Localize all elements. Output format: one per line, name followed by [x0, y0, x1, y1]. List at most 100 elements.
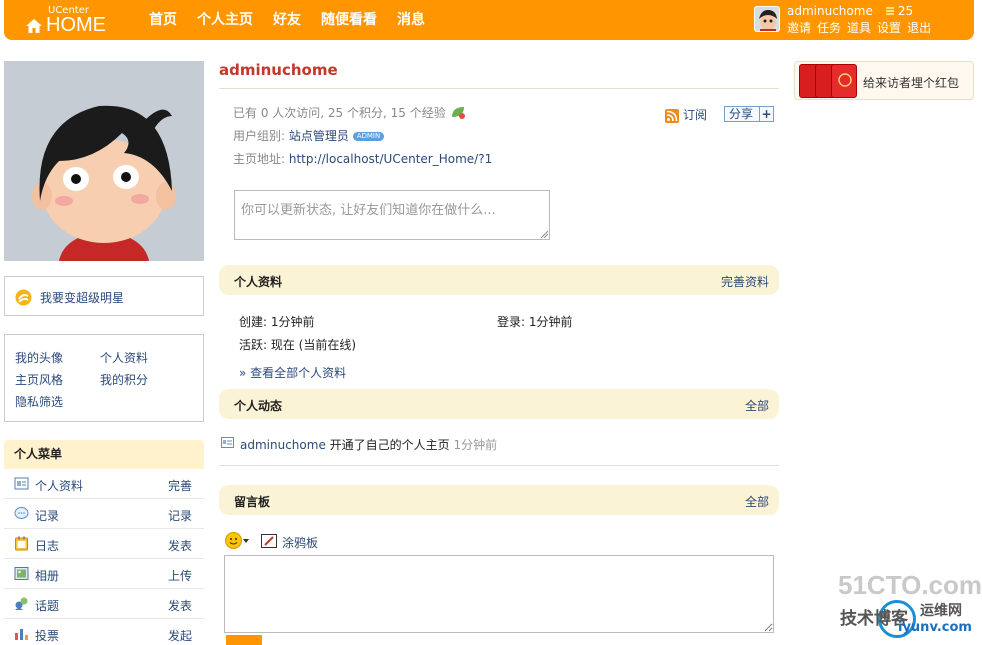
- album-icon: [14, 567, 29, 580]
- logo[interactable]: UCenter HOME: [26, 5, 126, 37]
- profile-section-header: 个人资料 完善资料: [219, 265, 779, 295]
- nav-item-messages[interactable]: 消息: [397, 0, 425, 40]
- plus-icon: +: [759, 107, 773, 121]
- nav-item-explore[interactable]: 随便看看: [321, 0, 377, 40]
- theme-link[interactable]: 主页风格: [15, 371, 63, 388]
- top-bar: UCenter HOME 首页 个人主页 好友 随便看看 消息 adminuch…: [4, 0, 974, 40]
- watermark-51cto: 51CTO.com: [838, 570, 982, 600]
- message-input[interactable]: [224, 555, 774, 633]
- blog-icon: [15, 536, 28, 551]
- homepage-label: 主页地址:: [233, 152, 286, 166]
- profile-name: adminuchome: [219, 58, 779, 89]
- menu-album-action[interactable]: 上传: [168, 567, 192, 584]
- credit-count: 25: [886, 4, 913, 18]
- menu-topic-action[interactable]: 发表: [168, 597, 192, 614]
- board-section-header: 留言板 全部: [219, 485, 779, 515]
- homepage-row: 主页地址: http://localhost/UCenter_Home/?1: [233, 148, 492, 171]
- menu-doing-action[interactable]: 记录: [168, 507, 192, 524]
- red-packet-box[interactable]: 给来访者埋个红包: [794, 61, 974, 100]
- group-label: 用户组别:: [233, 129, 286, 143]
- menu-blog-action[interactable]: 发表: [168, 537, 192, 554]
- active-time: 活跃: 现在 (当前在线): [239, 338, 357, 352]
- profile-icon: [14, 477, 29, 490]
- topic-icon: [15, 597, 28, 610]
- main-nav: 首页 个人主页 好友 随便看看 消息: [149, 0, 445, 40]
- activity-time: 1分钟前: [453, 438, 498, 452]
- menu-blog-link[interactable]: 日志: [35, 537, 59, 554]
- nav-item-space[interactable]: 个人主页: [197, 0, 253, 40]
- menu-row-blog: 日志 发表: [4, 529, 204, 559]
- superstar-box[interactable]: 我要变超级明星: [4, 276, 204, 316]
- logo-big-text: HOME: [46, 14, 106, 36]
- menu-profile-action[interactable]: 完善: [168, 477, 192, 494]
- red-packet-label: 给来访者埋个红包: [863, 76, 960, 90]
- coin-icon: [886, 7, 894, 15]
- settings-link[interactable]: 设置: [877, 21, 901, 35]
- task-link[interactable]: 任务: [817, 21, 841, 35]
- submit-button[interactable]: [226, 635, 262, 645]
- menu-poll-action[interactable]: 发起: [168, 627, 192, 644]
- status-input[interactable]: 你可以更新状态, 让好友们知道你在做什么...: [234, 190, 550, 240]
- share-button[interactable]: 分享 +: [724, 106, 774, 122]
- watermark-yunwei: 运维网: [920, 603, 962, 619]
- house-icon: [26, 19, 42, 33]
- menu-row-poll: 投票 发起: [4, 619, 204, 645]
- profile-info: 已有 0 人次访问, 25 个积分, 15 个经验 用户组别: 站点管理员 AD…: [233, 102, 492, 171]
- emoticon-dropdown-icon[interactable]: [243, 539, 249, 543]
- nav-item-home[interactable]: 首页: [149, 0, 177, 40]
- stats-row: 已有 0 人次访问, 25 个积分, 15 个经验: [233, 102, 492, 125]
- profile-section-title: 个人资料: [234, 275, 283, 289]
- created-time: 创建: 1分钟前: [239, 315, 315, 329]
- doodle-board-link[interactable]: 涂鸦板: [282, 534, 318, 551]
- board-section-title: 留言板: [234, 495, 271, 509]
- activity-section-header: 个人动态 全部: [219, 389, 779, 419]
- superstar-icon: [15, 289, 32, 306]
- credits-link[interactable]: 我的积分: [100, 371, 148, 388]
- view-all-profile-link[interactable]: » 查看全部个人资料: [239, 364, 346, 381]
- tools-link[interactable]: 道具: [847, 21, 871, 35]
- activity-text: adminuchome 开通了自己的个人主页 1分钟前: [240, 436, 497, 453]
- emoticon-icon[interactable]: [225, 532, 242, 549]
- main-content: adminuchome 已有 0 人次访问, 25 个积分, 15 个经验 用户…: [219, 58, 779, 645]
- watermark: 51CTO.com 技术博客 运维网 iyunv.com: [838, 570, 982, 640]
- user-box: adminuchome 25 邀请 任务 道具 设置 退出: [754, 4, 969, 36]
- feed-button[interactable]: 订阅: [665, 106, 707, 123]
- activity-description: 开通了自己的个人主页: [325, 438, 454, 452]
- login-time: 登录: 1分钟前: [497, 315, 573, 329]
- menu-topic-link[interactable]: 话题: [35, 597, 59, 614]
- doodle-board-icon[interactable]: [261, 534, 277, 548]
- activity-item: adminuchome 开通了自己的个人主页 1分钟前: [219, 436, 779, 466]
- superstar-label: 我要变超级明星: [40, 291, 125, 305]
- menu-profile-link[interactable]: 个人资料: [35, 477, 83, 494]
- my-avatar-link[interactable]: 我的头像: [15, 349, 63, 366]
- profile-card-icon: [221, 437, 234, 448]
- privacy-link[interactable]: 隐私筛选: [15, 393, 63, 410]
- group-value[interactable]: 站点管理员: [289, 129, 349, 143]
- personal-menu-title: 个人菜单: [4, 440, 204, 469]
- activity-user-link[interactable]: adminuchome: [240, 438, 326, 452]
- profile-link[interactable]: 个人资料: [100, 349, 148, 366]
- board-all-link[interactable]: 全部: [745, 493, 769, 510]
- menu-poll-link[interactable]: 投票: [35, 627, 59, 644]
- nav-item-friends[interactable]: 好友: [273, 0, 301, 40]
- experience-leaf-icon: [451, 107, 465, 119]
- menu-album-link[interactable]: 相册: [35, 567, 59, 584]
- activity-all-link[interactable]: 全部: [745, 397, 769, 414]
- menu-doing-link[interactable]: 记录: [35, 507, 59, 524]
- profile-avatar[interactable]: [4, 61, 204, 261]
- menu-row-doing: 记录 记录: [4, 499, 204, 529]
- avatar[interactable]: [754, 6, 780, 32]
- rss-icon: [665, 108, 679, 123]
- left-sidebar: 我要变超级明星 我的头像 个人资料 主页风格 我的积分 隐私筛选 个人菜单 个人…: [4, 61, 204, 645]
- invite-link[interactable]: 邀请: [787, 21, 811, 35]
- group-row: 用户组别: 站点管理员 ADMIN: [233, 125, 492, 148]
- resize-handle-icon[interactable]: [540, 230, 548, 238]
- homepage-link[interactable]: http://localhost/UCenter_Home/?1: [289, 152, 492, 166]
- poll-icon: [15, 629, 28, 640]
- complete-profile-link[interactable]: 完善资料: [721, 273, 769, 290]
- logout-link[interactable]: 退出: [907, 21, 931, 35]
- doing-icon: [14, 507, 29, 519]
- stats-text: 已有 0 人次访问, 25 个积分, 15 个经验: [233, 106, 446, 120]
- admin-badge: ADMIN: [352, 132, 385, 141]
- username-link[interactable]: adminuchome: [787, 4, 873, 18]
